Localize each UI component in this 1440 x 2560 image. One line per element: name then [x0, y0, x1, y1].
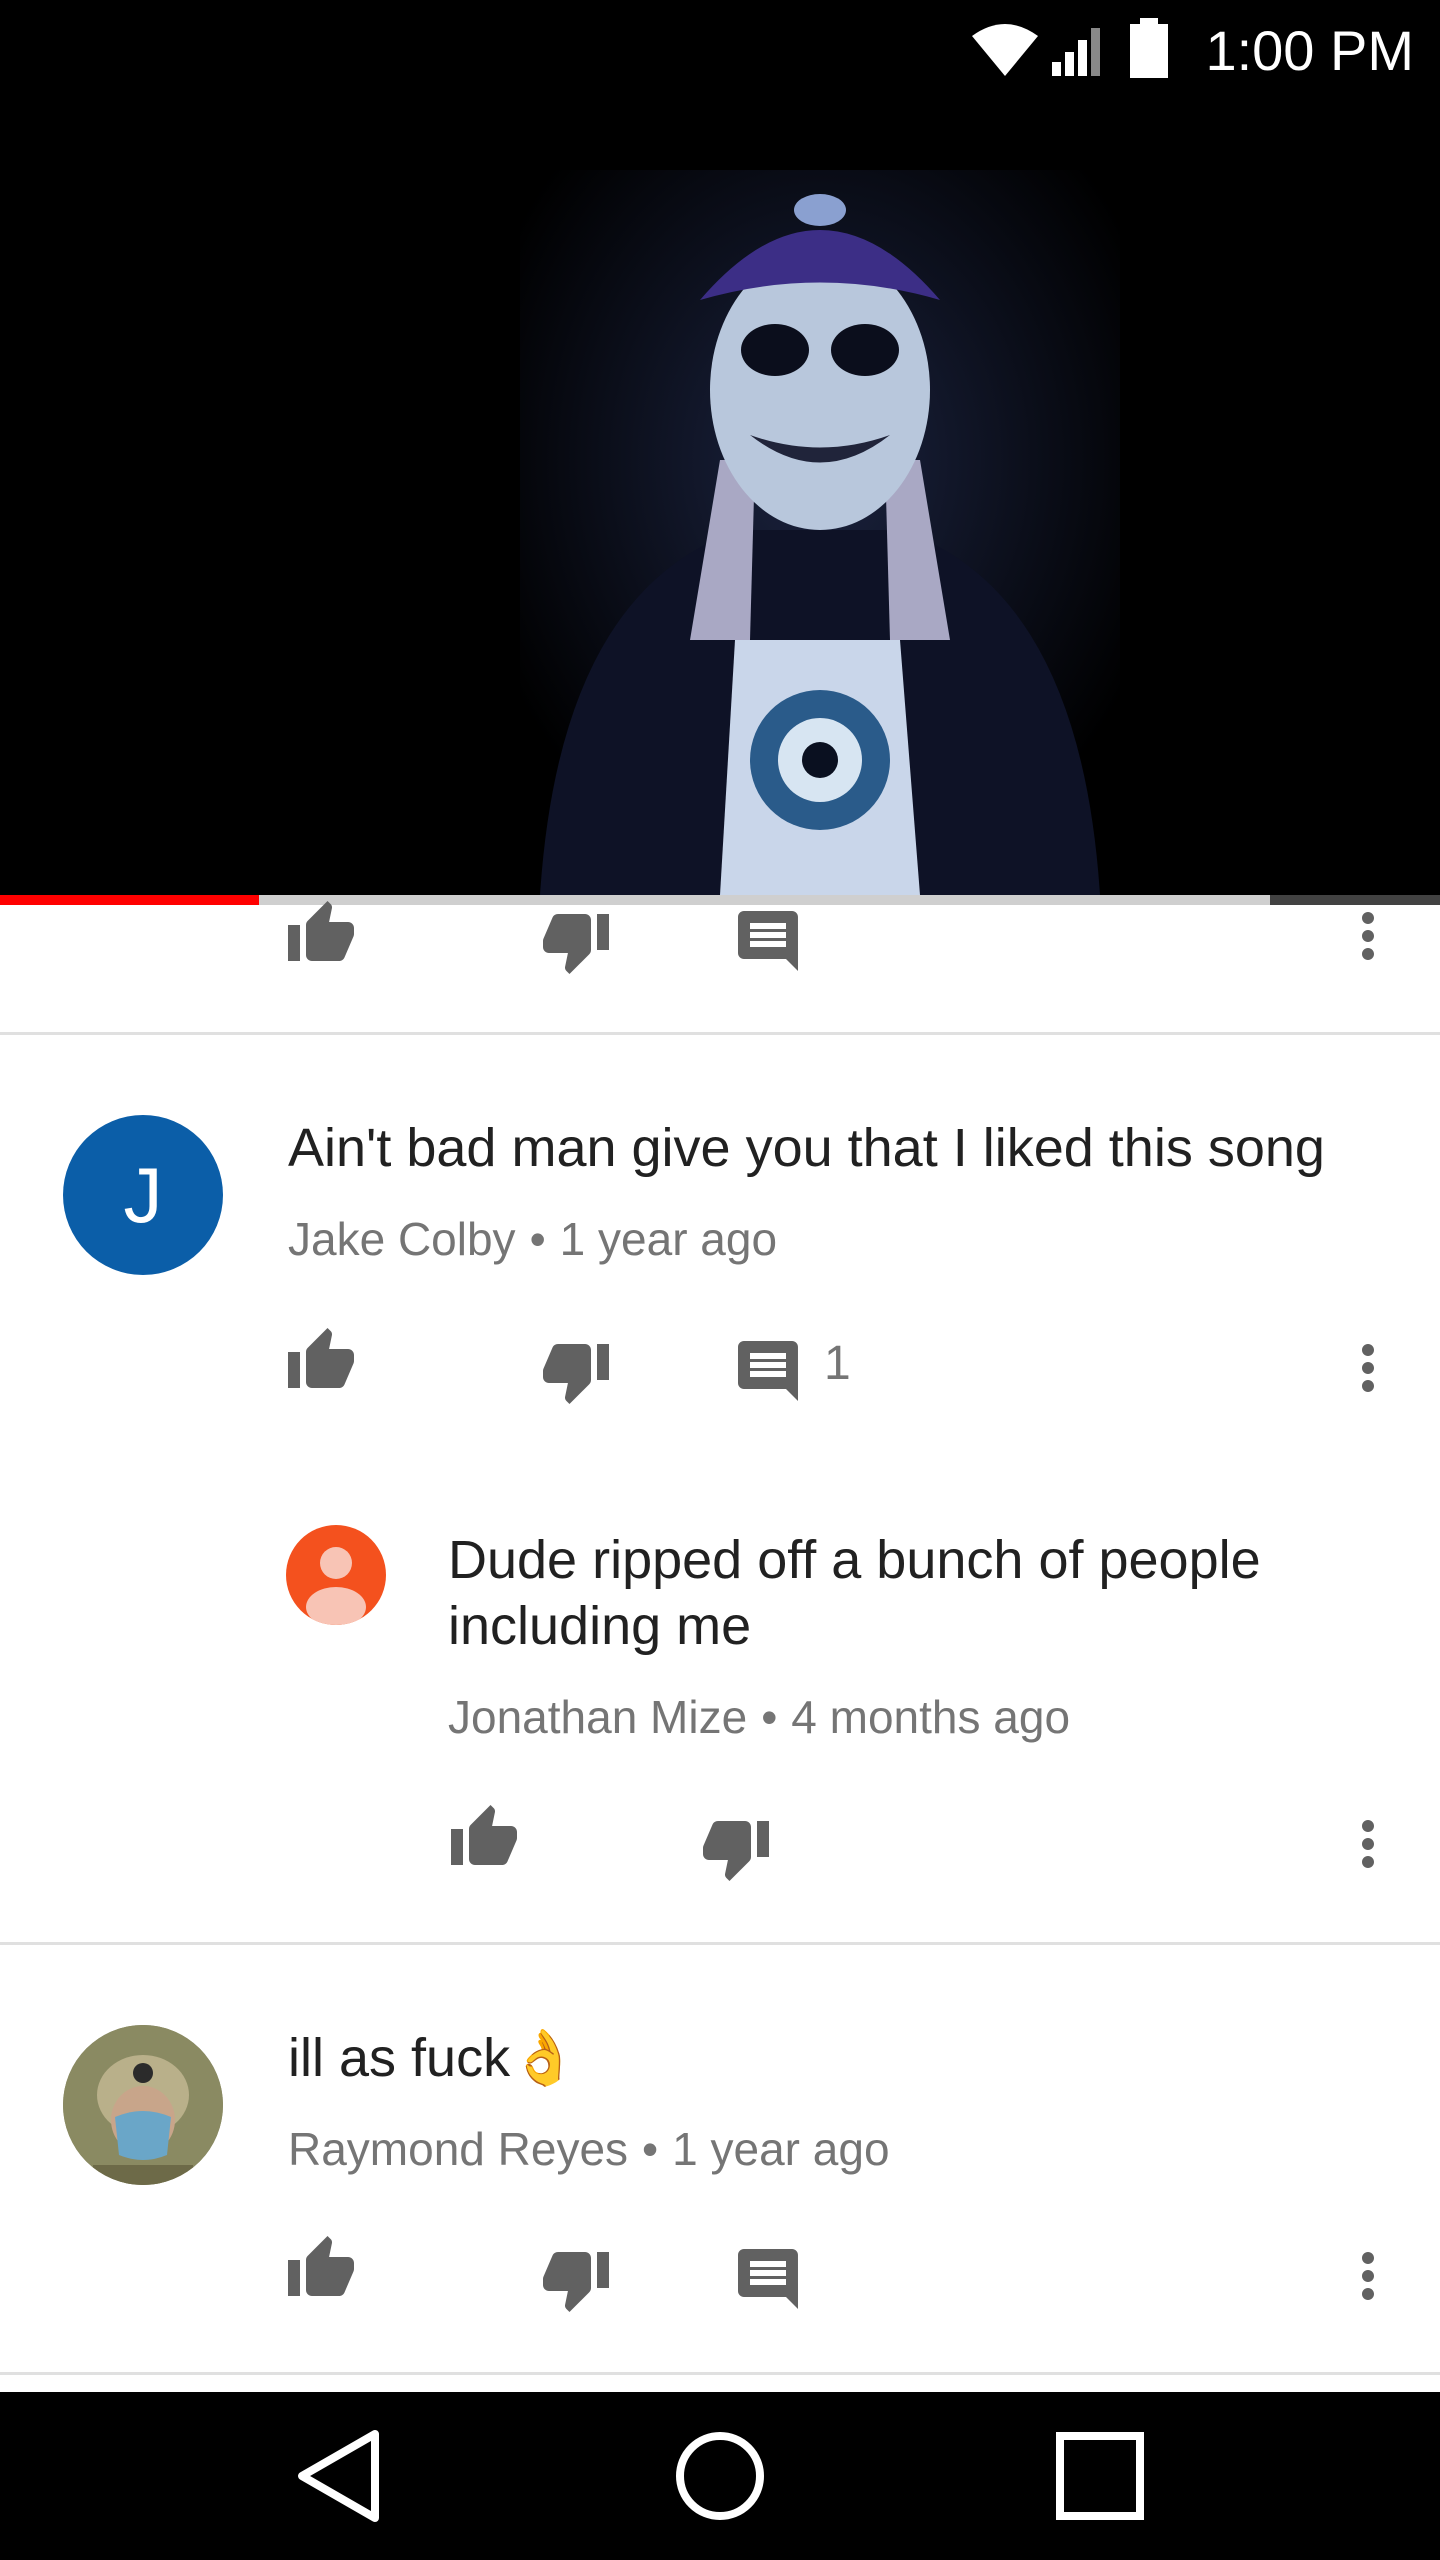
avatar[interactable]: J — [63, 1115, 223, 1275]
home-icon — [676, 2432, 764, 2520]
battery-icon — [1130, 18, 1168, 78]
reply-text: Dude ripped off a bunch of people includ… — [448, 1530, 1261, 1656]
video-frame-image — [520, 170, 1120, 895]
comment-divider — [0, 1942, 1440, 1945]
comment-body: ill as fuck — [288, 2028, 511, 2088]
comment-divider — [0, 2372, 1440, 2375]
reply-author[interactable]: Jonathan Mize — [448, 1691, 747, 1743]
thumb-up-icon[interactable] — [285, 898, 357, 970]
comment-text: Ain't bad man give you that I liked this… — [288, 1118, 1325, 1178]
status-time: 1:00 PM — [1205, 19, 1414, 82]
wifi-icon — [972, 24, 1038, 76]
meta-separator: • — [761, 1691, 778, 1743]
avatar[interactable] — [63, 2025, 223, 2185]
reply-time: 4 months ago — [791, 1691, 1071, 1743]
back-icon — [298, 2430, 379, 2522]
comment-author[interactable]: Raymond Reyes — [288, 2123, 628, 2175]
video-progress-played — [0, 895, 260, 905]
thumb-up-icon[interactable] — [285, 2233, 357, 2305]
video-player[interactable]: 1:00 PM — [0, 0, 1440, 895]
thumb-down-icon[interactable] — [540, 905, 612, 977]
back-button[interactable] — [280, 2416, 400, 2536]
reply-count[interactable]: 1 — [824, 1336, 851, 1391]
comment-text: ill as fuck👌 — [288, 2025, 577, 2091]
status-icons — [970, 16, 1190, 85]
navigation-bar — [0, 2392, 1440, 2560]
thumb-down-icon[interactable] — [540, 1335, 612, 1407]
avatar[interactable] — [286, 1525, 386, 1625]
more-vert-icon[interactable] — [1332, 2240, 1404, 2312]
thumb-up-icon[interactable] — [285, 1325, 357, 1397]
meta-separator: • — [642, 2123, 659, 2175]
reply-icon[interactable] — [732, 2243, 804, 2315]
comment-divider — [0, 1032, 1440, 1035]
comment-meta: Jake Colby • 1 year ago — [288, 1212, 777, 1266]
comment-time: 1 year ago — [672, 2123, 890, 2175]
status-bar: 1:00 PM — [0, 0, 1440, 96]
comment-time: 1 year ago — [559, 1213, 778, 1265]
ok-hand-emoji: 👌 — [510, 2028, 578, 2088]
reply-meta: Jonathan Mize • 4 months ago — [448, 1690, 1070, 1744]
recents-icon — [1056, 2432, 1144, 2520]
reply-icon[interactable] — [732, 1335, 804, 1407]
meta-separator: • — [529, 1213, 546, 1265]
home-button[interactable] — [660, 2416, 780, 2536]
more-vert-icon[interactable] — [1332, 1332, 1404, 1404]
thumb-up-icon[interactable] — [448, 1802, 520, 1874]
avatar-letter: J — [123, 1150, 163, 1239]
reply-icon[interactable] — [732, 905, 804, 977]
signal-icon — [1052, 28, 1100, 76]
more-vert-icon[interactable] — [1332, 1808, 1404, 1880]
recents-button[interactable] — [1040, 2416, 1160, 2536]
comment-author[interactable]: Jake Colby — [288, 1213, 516, 1265]
more-vert-icon[interactable] — [1332, 900, 1404, 972]
thumb-down-icon[interactable] — [540, 2243, 612, 2315]
comment-meta: Raymond Reyes • 1 year ago — [288, 2122, 890, 2176]
thumb-down-icon[interactable] — [700, 1812, 772, 1884]
